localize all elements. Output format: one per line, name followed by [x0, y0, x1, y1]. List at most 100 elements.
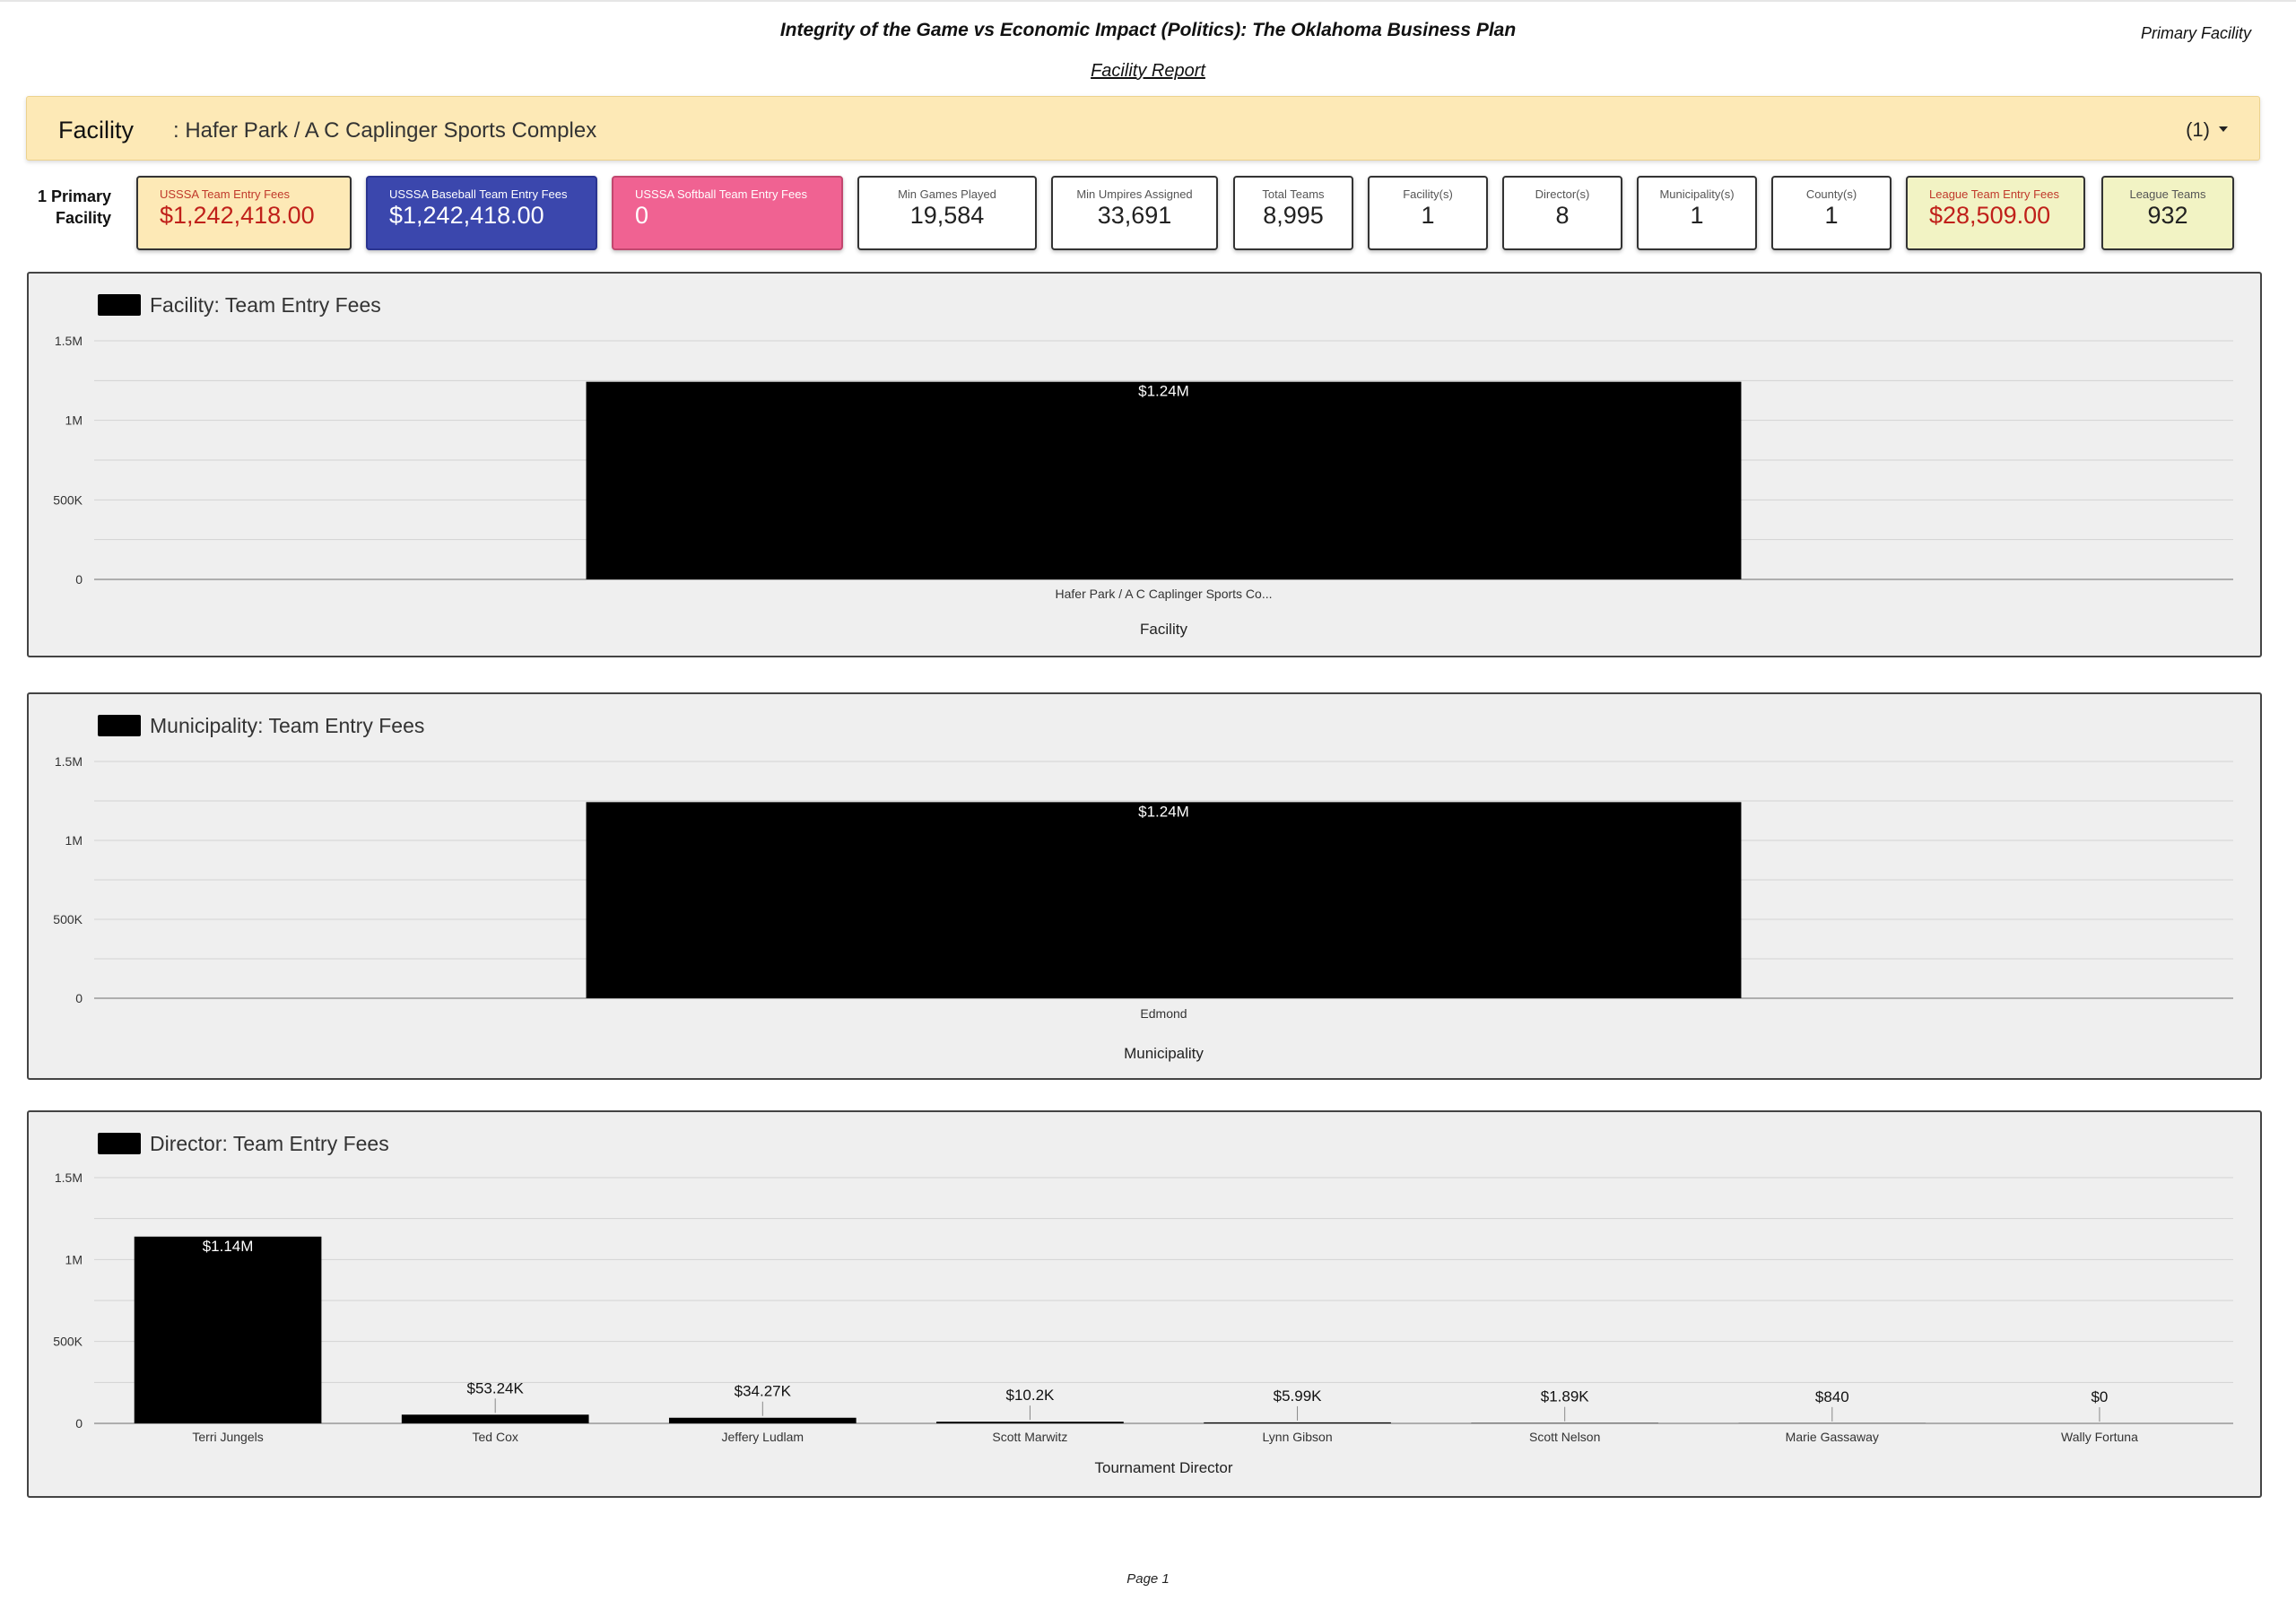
- kpi-tile: USSSA Baseball Team Entry Fees $1,242,418…: [366, 176, 597, 250]
- x-tick-label: Lynn Gibson: [1263, 1430, 1333, 1444]
- x-tick-label: Scott Nelson: [1529, 1430, 1600, 1444]
- bar: [668, 1417, 857, 1423]
- bar: [401, 1414, 589, 1423]
- x-tick-label: Scott Marwitz: [992, 1430, 1067, 1444]
- data-label: $1.89K: [1541, 1388, 1590, 1405]
- y-tick-label: 1.5M: [55, 754, 83, 769]
- municipality-team-entry-fees-chart: Municipality: Team Entry Fees 0 500K 1M 1.5M…: [53, 714, 2233, 1062]
- kpi-tile-value: 932: [2147, 202, 2188, 229]
- x-tick-label: Terri Jungels: [192, 1430, 263, 1444]
- data-label: $10.2K: [1005, 1387, 1055, 1404]
- kpi-tile: Min Umpires Assigned 33,691: [1051, 176, 1218, 250]
- bar: [586, 381, 1742, 579]
- kpi-tile-value: 0: [635, 202, 649, 229]
- kpi-tile: County(s) 1: [1771, 176, 1892, 250]
- kpi-tile: Municipality(s) 1: [1637, 176, 1757, 250]
- x-tick-label: Ted Cox: [473, 1430, 518, 1444]
- data-label: $1.14M: [203, 1238, 254, 1255]
- kpi-tile: Min Games Played 19,584: [857, 176, 1037, 250]
- kpi-tile-value: 33,691: [1097, 202, 1172, 229]
- kpi-tile-value: 19,584: [909, 202, 985, 229]
- kpi-tile: League Team Entry Fees $28,509.00: [1906, 176, 2085, 250]
- kpi-tile: League Teams 932: [2101, 176, 2234, 250]
- legend-swatch: [98, 1133, 141, 1154]
- kpi-tile-label: County(s): [1805, 187, 1857, 201]
- data-label: $34.27K: [735, 1383, 792, 1400]
- report-subtitle[interactable]: Facility Report: [0, 61, 2296, 82]
- x-axis-title: Facility: [1140, 621, 1187, 638]
- y-tick-label: 0: [75, 1416, 83, 1431]
- x-tick-label: Wally Fortuna: [2061, 1430, 2138, 1444]
- kpi-tile: USSSA Softball Team Entry Fees 0: [612, 176, 843, 250]
- kpi-tile-value: 8,995: [1263, 202, 1324, 229]
- y-tick-label: 500K: [53, 912, 83, 926]
- top-rule: [0, 0, 2296, 2]
- kpi-tile-label: Min Umpires Assigned: [1076, 187, 1193, 201]
- primary-facility-count-label: 1 Primary Facility: [37, 187, 111, 227]
- director-chart-panel: Director: Team Entry Fees 0 500K 1M 1.5M $1.1…: [27, 1110, 2262, 1498]
- kpi-tile-value: $1,242,418.00: [160, 202, 315, 229]
- primary-facility-tag: Primary Facility: [2140, 24, 2251, 42]
- data-label: $0: [2091, 1388, 2108, 1405]
- data-label: $5.99K: [1274, 1387, 1323, 1405]
- kpi-tile-value: $28,509.00: [1929, 202, 2051, 229]
- bar: [586, 802, 1742, 998]
- x-tick-label: Marie Gassaway: [1786, 1430, 1879, 1444]
- kpi-tile: Facility(s) 1: [1368, 176, 1488, 250]
- kpi-tile: Total Teams 8,995: [1233, 176, 1353, 250]
- facility-team-entry-fees-chart: Facility: Team Entry Fees 0 500K 1M 1.5M $1.2…: [53, 293, 2233, 638]
- y-tick-label: 1M: [65, 833, 83, 848]
- bar: [936, 1422, 1124, 1423]
- kpi-tile-value: 8: [1555, 202, 1570, 229]
- facility-selector-count: (1): [2186, 118, 2210, 141]
- y-tick-label: 1.5M: [55, 1170, 83, 1185]
- x-tick-label: Edmond: [1140, 1006, 1187, 1021]
- kpi-tile-value: 1: [1421, 202, 1435, 229]
- x-axis-title: Municipality: [1124, 1045, 1204, 1062]
- data-label: $1.24M: [1138, 383, 1189, 400]
- kpi-tile-value: 1: [1824, 202, 1839, 229]
- y-tick-label: 1M: [65, 1252, 83, 1266]
- facility-selector-label: Facility: [58, 117, 135, 144]
- x-tick-label: Hafer Park / A C Caplinger Sports Co...: [1056, 587, 1273, 601]
- chevron-down-icon[interactable]: [2219, 126, 2228, 132]
- kpi-tile-label: USSSA Team Entry Fees: [160, 187, 290, 201]
- kpi-tile-label: Director(s): [1535, 187, 1590, 201]
- y-tick-label: 1.5M: [55, 334, 83, 348]
- facility-selector-value: : Hafer Park / A C Caplinger Sports Comp…: [173, 118, 597, 143]
- kpi-tile: Director(s) 8: [1502, 176, 1622, 250]
- chart-title: Director: Team Entry Fees: [150, 1132, 389, 1155]
- kpi-tile: USSSA Team Entry Fees $1,242,418.00: [136, 176, 352, 250]
- y-tick-label: 1M: [65, 413, 83, 428]
- kpi-tile-label: League Team Entry Fees: [1929, 187, 2060, 201]
- kpi-tile-label: USSSA Baseball Team Entry Fees: [389, 187, 568, 201]
- x-tick-label: Jeffery Ludlam: [722, 1430, 804, 1444]
- legend-swatch: [98, 715, 141, 736]
- data-label: $1.24M: [1138, 803, 1189, 820]
- data-label: $840: [1815, 1388, 1849, 1405]
- facility-selector[interactable]: Facility : Hafer Park / A C Caplinger Sp…: [26, 96, 2260, 161]
- kpi-tile-label: Facility(s): [1403, 187, 1453, 201]
- municipality-chart-panel: Municipality: Team Entry Fees 0 500K 1M 1.5M…: [27, 692, 2262, 1080]
- y-tick-label: 0: [75, 572, 83, 587]
- x-axis-title: Tournament Director: [1094, 1459, 1232, 1476]
- kpi-tile-label: League Teams: [2129, 187, 2206, 201]
- y-tick-label: 500K: [53, 492, 83, 507]
- legend-swatch: [98, 294, 141, 316]
- facility-chart-panel: Facility: Team Entry Fees 0 500K 1M 1.5M $1.2…: [27, 272, 2262, 657]
- data-label: $53.24K: [467, 1379, 525, 1396]
- chart-title: Municipality: Team Entry Fees: [150, 714, 424, 737]
- kpi-tile-value: 1: [1690, 202, 1704, 229]
- kpi-tile-label: Min Games Played: [898, 187, 996, 201]
- report-title: Integrity of the Game vs Economic Impact…: [779, 20, 1517, 40]
- bar: [134, 1236, 322, 1423]
- kpi-tile-value: $1,242,418.00: [389, 202, 544, 229]
- kpi-tile-label: Total Teams: [1262, 187, 1325, 201]
- bar: [1204, 1422, 1391, 1423]
- y-tick-label: 500K: [53, 1335, 83, 1349]
- page-number: Page 1: [1126, 1571, 1170, 1587]
- kpi-tile-label: Municipality(s): [1659, 187, 1735, 201]
- kpi-tile-label: USSSA Softball Team Entry Fees: [635, 187, 807, 201]
- y-tick-label: 0: [75, 991, 83, 1005]
- director-team-entry-fees-chart: Director: Team Entry Fees 0 500K 1M 1.5M $1.1…: [53, 1132, 2233, 1476]
